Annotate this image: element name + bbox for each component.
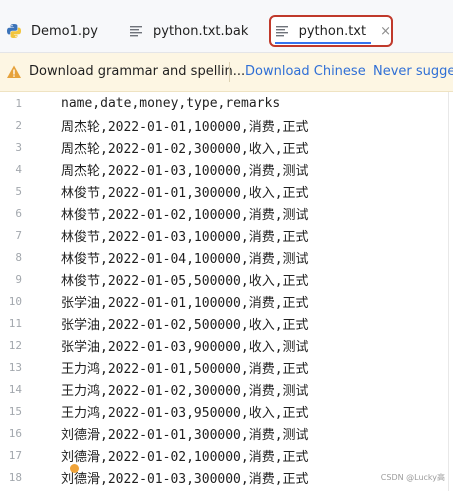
line-text: 刘德滑,2022-01-03,300000,消费,正式 <box>61 471 309 487</box>
warning-icon <box>6 64 22 80</box>
text-file-icon <box>127 22 145 40</box>
never-suggest-link[interactable]: Never sugges <box>373 64 453 79</box>
active-tab-indicator <box>275 42 371 44</box>
code-line: 11 张学油,2022-01-02,500000,收入,正式 <box>0 312 453 334</box>
line-number: 10 <box>8 294 22 308</box>
line-text: 刘德滑,2022-01-01,300000,消费,测试 <box>61 427 309 443</box>
line-text: 刘德滑,2022-01-02,100000,消费,正式 <box>61 449 309 465</box>
line-number: 17 <box>8 448 22 462</box>
tab-label: python.txt.bak <box>153 23 249 39</box>
line-text: 周杰轮,2022-01-03,100000,消费,测试 <box>61 163 309 179</box>
tab-demo1-py[interactable]: Demo1.py <box>5 14 98 48</box>
line-number: 12 <box>8 338 22 352</box>
line-number: 5 <box>15 184 22 198</box>
line-text: 张学油,2022-01-01,100000,消费,正式 <box>61 295 309 311</box>
line-number: 4 <box>15 162 22 176</box>
close-icon[interactable]: × <box>380 25 391 38</box>
line-number: 6 <box>15 206 22 220</box>
tab-label: Demo1.py <box>31 23 98 39</box>
download-chinese-link[interactable]: Download Chinese <box>245 64 366 79</box>
code-line: 9 林俊节,2022-01-05,500000,收入,正式 <box>0 268 453 290</box>
code-line: 17 刘德滑,2022-01-02,100000,消费,正式 <box>0 444 453 466</box>
code-editor[interactable]: 1 name,date,money,type,remarks 2 周杰轮,2022-0… <box>0 92 453 491</box>
code-line: 3 周杰轮,2022-01-02,300000,收入,正式 <box>0 136 453 158</box>
code-line: 4 周杰轮,2022-01-03,100000,消费,测试 <box>0 158 453 180</box>
line-number: 18 <box>8 470 22 484</box>
line-text: 林俊节,2022-01-05,500000,收入,正式 <box>61 273 309 289</box>
code-line: 8 林俊节,2022-01-04,100000,消费,测试 <box>0 246 453 268</box>
text-file-icon <box>274 22 291 40</box>
line-text: 林俊节,2022-01-04,100000,消费,测试 <box>61 251 309 267</box>
notification-bar: Download grammar and spellin... Download… <box>0 53 453 92</box>
code-line: 16 刘德滑,2022-01-01,300000,消费,测试 <box>0 422 453 444</box>
code-line: 5 林俊节,2022-01-01,300000,收入,正式 <box>0 180 453 202</box>
line-number: 14 <box>8 382 22 396</box>
line-text: 周杰轮,2022-01-02,300000,收入,正式 <box>61 141 309 157</box>
line-number: 2 <box>15 118 22 132</box>
line-number: 7 <box>15 228 22 242</box>
line-text: 王力鸿,2022-01-02,300000,消费,测试 <box>61 383 309 399</box>
line-number: 11 <box>8 316 22 330</box>
line-text: 林俊节,2022-01-02,100000,消费,测试 <box>61 207 309 223</box>
line-text: 周杰轮,2022-01-01,100000,消费,正式 <box>61 119 309 135</box>
code-line: 7 林俊节,2022-01-03,100000,消费,正式 <box>0 224 453 246</box>
line-number: 8 <box>15 250 22 264</box>
line-number: 9 <box>15 272 22 286</box>
code-line: 2 周杰轮,2022-01-01,100000,消费,正式 <box>0 114 453 136</box>
code-line: 6 林俊节,2022-01-02,100000,消费,测试 <box>0 202 453 224</box>
editor-window: Demo1.py python.txt.bak python.txt × Dow… <box>0 0 453 491</box>
code-line: 12 张学油,2022-01-03,900000,收入,测试 <box>0 334 453 356</box>
code-line: 13 王力鸿,2022-01-01,500000,消费,正式 <box>0 356 453 378</box>
right-margin-line <box>448 92 449 491</box>
line-text: 林俊节,2022-01-01,300000,收入,正式 <box>61 185 309 201</box>
tab-bar: Demo1.py python.txt.bak python.txt × <box>0 0 453 53</box>
code-line: 1 name,date,money,type,remarks <box>0 92 453 114</box>
line-text: 王力鸿,2022-01-03,950000,收入,正式 <box>61 405 309 421</box>
line-number: 15 <box>8 404 22 418</box>
tab-python-txt-bak[interactable]: python.txt.bak <box>127 14 248 48</box>
code-line: 10 张学油,2022-01-01,100000,消费,正式 <box>0 290 453 312</box>
tab-python-txt[interactable]: python.txt × <box>269 15 393 47</box>
line-number: 16 <box>8 426 22 440</box>
tab-label: python.txt <box>298 23 367 39</box>
line-text: 张学油,2022-01-02,500000,收入,正式 <box>61 317 309 333</box>
line-number: 3 <box>15 140 22 154</box>
line-number: 1 <box>15 96 22 110</box>
line-text: 王力鸿,2022-01-01,500000,消费,正式 <box>61 361 309 377</box>
python-file-icon <box>5 22 23 40</box>
line-number: 13 <box>8 360 22 374</box>
caret-marker <box>70 464 79 473</box>
notification-message: Download grammar and spellin... <box>29 64 246 79</box>
line-text: 张学油,2022-01-03,900000,收入,测试 <box>61 339 309 355</box>
code-line: 15 王力鸿,2022-01-03,950000,收入,正式 <box>0 400 453 422</box>
line-text: 林俊节,2022-01-03,100000,消费,正式 <box>61 229 309 245</box>
watermark: CSDN @Lucky高 <box>380 473 445 482</box>
code-line: 14 王力鸿,2022-01-02,300000,消费,测试 <box>0 378 453 400</box>
divider <box>229 62 230 82</box>
line-text: name,date,money,type,remarks <box>61 95 281 111</box>
